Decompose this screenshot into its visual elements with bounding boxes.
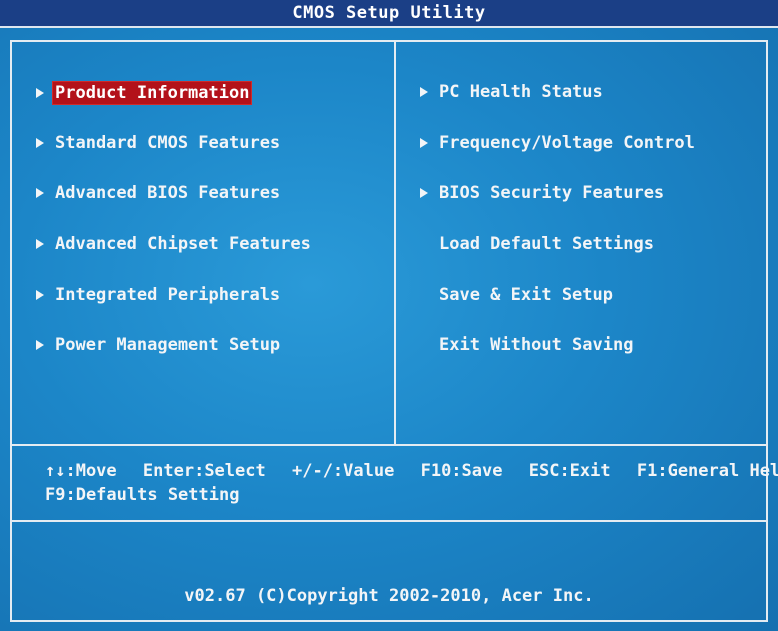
menu-item-advanced-bios-features[interactable]: Advanced BIOS Features [36, 180, 282, 206]
key-help-line-2: F9:Defaults Setting [45, 483, 765, 507]
help-general-help: F1:General Help [636, 461, 778, 481]
menu-item-frequency-voltage-control[interactable]: Frequency/Voltage Control [420, 130, 697, 156]
divider-top [10, 40, 768, 42]
help-exit: ESC:Exit [528, 461, 611, 481]
key-help-line-1: ↑↓:Move Enter:Select +/-/:Value F10:Save… [45, 459, 778, 483]
menu-item-label: Advanced Chipset Features [55, 234, 311, 254]
arrow-right-icon [36, 340, 44, 350]
bios-screen: CMOS Setup Utility Product Information S… [0, 0, 778, 631]
menu-item-label: BIOS Security Features [439, 183, 665, 203]
divider-bottom [10, 620, 768, 622]
menu-item-load-default-settings[interactable]: Load Default Settings [437, 231, 656, 257]
arrow-right-icon [36, 88, 44, 98]
menu-item-label: Load Default Settings [439, 234, 654, 254]
menu-item-label: Product Information [51, 81, 253, 105]
copyright-text: v02.67 (C)Copyright 2002-2010, Acer Inc. [184, 586, 594, 606]
arrow-right-icon [36, 188, 44, 198]
menu-item-label: Advanced BIOS Features [55, 183, 281, 203]
arrow-right-icon [36, 290, 44, 300]
divider-menu-bottom [10, 444, 768, 446]
arrow-right-icon [420, 138, 428, 148]
menu-item-label: Standard CMOS Features [55, 133, 281, 153]
key-help-bar: ↑↓:Move Enter:Select +/-/:Value F10:Save… [45, 459, 778, 507]
menu-item-product-information[interactable]: Product Information [36, 80, 253, 106]
menu-item-label: Frequency/Voltage Control [439, 133, 695, 153]
divider-vertical [394, 40, 396, 444]
help-move: ↑↓:Move [45, 461, 117, 481]
menu-item-integrated-peripherals[interactable]: Integrated Peripherals [36, 282, 282, 308]
menu-item-power-management-setup[interactable]: Power Management Setup [36, 332, 282, 358]
menu-item-save-exit-setup[interactable]: Save & Exit Setup [437, 282, 615, 308]
arrow-right-icon [36, 239, 44, 249]
menu-item-label: Integrated Peripherals [55, 285, 281, 305]
menu-item-label: Exit Without Saving [439, 335, 634, 355]
frame-left [10, 40, 12, 620]
menu-item-exit-without-saving[interactable]: Exit Without Saving [437, 332, 635, 358]
menu-item-label: Save & Exit Setup [439, 285, 613, 305]
menu-item-standard-cmos-features[interactable]: Standard CMOS Features [36, 130, 282, 156]
divider-help-bottom [10, 520, 768, 522]
help-save: F10:Save [420, 461, 503, 481]
frame-right [766, 40, 768, 620]
title-bar: CMOS Setup Utility [0, 0, 778, 28]
help-value: +/-/:Value [291, 461, 395, 481]
menu-item-pc-health-status[interactable]: PC Health Status [420, 79, 605, 105]
menu-item-bios-security-features[interactable]: BIOS Security Features [420, 180, 666, 206]
help-defaults: F9:Defaults Setting [45, 485, 240, 505]
menu-item-label: PC Health Status [439, 82, 603, 102]
arrow-right-icon [420, 188, 428, 198]
window-title: CMOS Setup Utility [292, 3, 486, 23]
arrow-right-icon [420, 87, 428, 97]
menu-item-advanced-chipset-features[interactable]: Advanced Chipset Features [36, 231, 313, 257]
menu-item-label: Power Management Setup [55, 335, 281, 355]
help-select: Enter:Select [142, 461, 266, 481]
arrow-right-icon [36, 138, 44, 148]
